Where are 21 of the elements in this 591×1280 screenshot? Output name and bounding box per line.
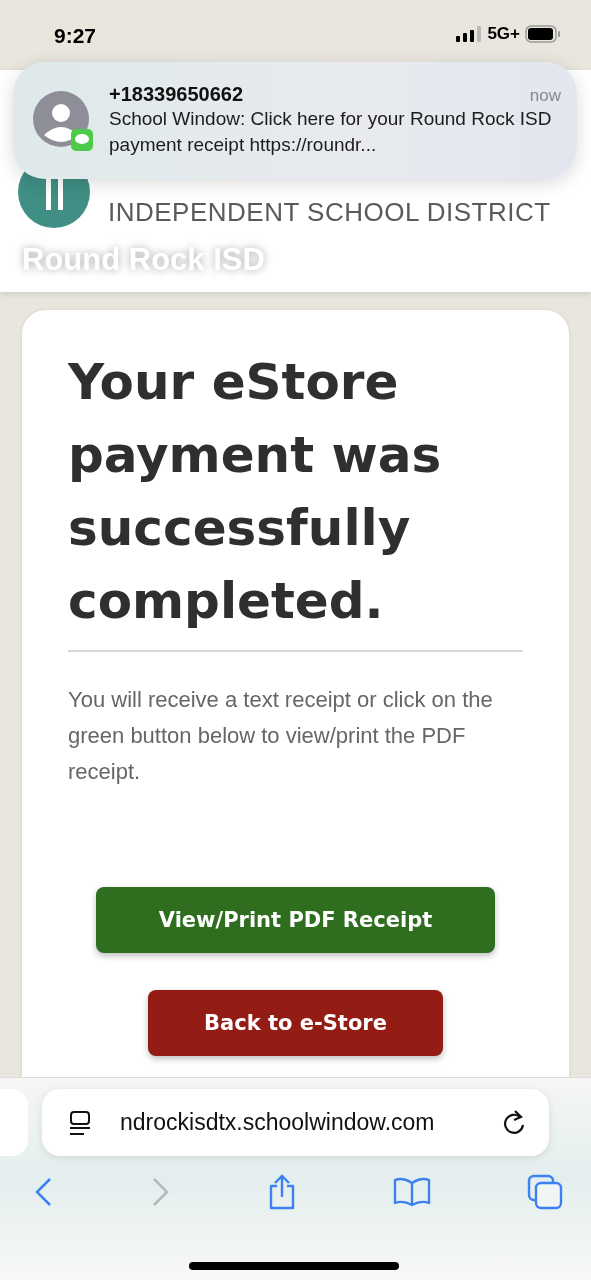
battery-icon [525,25,561,43]
url-text: ndrockisdtx.schoolwindow.com [120,1109,436,1136]
status-time: 9:27 [54,24,97,48]
notification-message: School Window: Click here for your Round Rock ISD payment receipt https://roundr... [109,107,553,157]
confirmation-message: You will receive a text receipt or click on the green button below to view/print the PDF receipt. [68,686,494,786]
tabs-icon[interactable] [527,1174,563,1210]
back-icon[interactable] [34,1176,54,1208]
confirmation-heading: Your eStore payment was successfully completed. [68,352,443,632]
network-label: 5G+ [487,24,520,44]
reload-icon[interactable] [501,1108,527,1137]
notification-sender: +18339650662 [109,83,244,106]
notification-time: now [529,86,561,106]
signal-icon [456,26,483,42]
contact-avatar-icon [33,90,93,151]
address-bar[interactable]: ndrockisdtx.schoolwindow.com [42,1089,549,1156]
view-receipt-button[interactable]: View/Print PDF Receipt [96,887,495,953]
district-name: INDEPENDENT SCHOOL DISTRICT [108,197,551,228]
reader-icon[interactable] [68,1109,92,1136]
message-notification[interactable]: +18339650662 now School Window: Click here for your Round Rock ISD payment receipt https://roundr... [13,62,577,179]
back-button[interactable]: Back to e-Store [148,990,443,1056]
bookmarks-icon[interactable] [392,1177,431,1207]
